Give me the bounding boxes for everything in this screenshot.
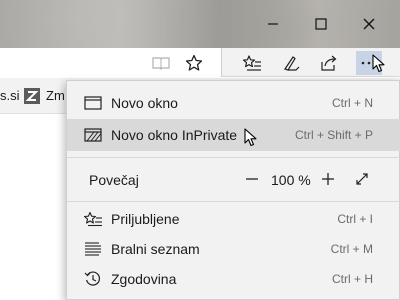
menu-item-shortcut: Ctrl + I <box>337 212 373 226</box>
zoom-in-icon <box>322 173 334 185</box>
menu-item-favorites[interactable]: Priljubljene Ctrl + I <box>67 203 400 235</box>
menu-item-label: Novo okno <box>111 95 178 111</box>
menu-item-label: Priljubljene <box>111 211 180 227</box>
close-button[interactable] <box>346 6 392 42</box>
inprivate-window-icon <box>83 127 103 143</box>
new-window-icon <box>83 95 103 111</box>
menu-item-history[interactable]: Zgodovina Ctrl + H <box>67 263 400 295</box>
favorite-link-1[interactable]: s.si <box>0 88 20 103</box>
favorites-hub-button[interactable] <box>239 51 265 75</box>
mouse-cursor-icon <box>372 54 385 73</box>
menu-item-label: Zgodovina <box>111 271 177 287</box>
zoom-out-icon <box>246 178 258 180</box>
favorite-star-icon <box>185 54 203 71</box>
menu-item-label: Bralni seznam <box>111 241 200 257</box>
close-icon <box>363 18 375 30</box>
more-actions-menu: Novo okno Ctrl + N Novo okno InPrivate C… <box>66 80 400 300</box>
menu-item-shortcut: Ctrl + N <box>331 96 373 110</box>
web-note-icon <box>284 56 300 71</box>
mouse-cursor-icon <box>244 128 257 147</box>
title-bar <box>0 0 400 48</box>
menu-item-shortcut: Ctrl + H <box>331 272 373 286</box>
menu-item-label: Novo okno InPrivate <box>111 127 238 143</box>
menu-item-new-window[interactable]: Novo okno Ctrl + N <box>67 87 400 119</box>
favorites-icon <box>83 211 103 227</box>
fullscreen-icon <box>356 173 368 185</box>
web-note-button[interactable] <box>278 51 304 75</box>
zm-favicon-icon <box>24 88 40 104</box>
toolbar <box>0 48 400 77</box>
fullscreen-button[interactable] <box>351 168 373 190</box>
menu-divider <box>67 157 400 158</box>
menu-item-new-inprivate-window[interactable]: Novo okno InPrivate Ctrl + Shift + P <box>67 119 400 151</box>
menu-item-shortcut: Ctrl + M <box>330 242 373 256</box>
zoom-value: 100 % <box>271 172 311 188</box>
reading-list-icon <box>83 241 103 257</box>
minimize-button[interactable] <box>250 6 296 42</box>
menu-item-shortcut: Ctrl + Shift + P <box>294 128 373 142</box>
zoom-in-button[interactable] <box>317 168 339 190</box>
menu-item-reading-list[interactable]: Bralni seznam Ctrl + M <box>67 233 400 265</box>
share-button[interactable] <box>316 51 342 75</box>
reading-view-icon <box>152 57 170 70</box>
reading-view-button[interactable] <box>148 51 174 75</box>
share-icon <box>321 55 337 71</box>
add-favorite-button[interactable] <box>181 51 207 75</box>
zoom-label: Povečaj <box>89 172 139 188</box>
menu-divider <box>67 201 400 202</box>
maximize-icon <box>315 18 327 30</box>
zoom-out-button[interactable] <box>241 168 263 190</box>
history-icon <box>83 271 103 287</box>
maximize-button[interactable] <box>298 6 344 42</box>
minimize-icon <box>268 23 278 25</box>
favorites-hub-icon <box>242 55 261 71</box>
favorite-link-2[interactable]: Zm <box>46 88 65 103</box>
